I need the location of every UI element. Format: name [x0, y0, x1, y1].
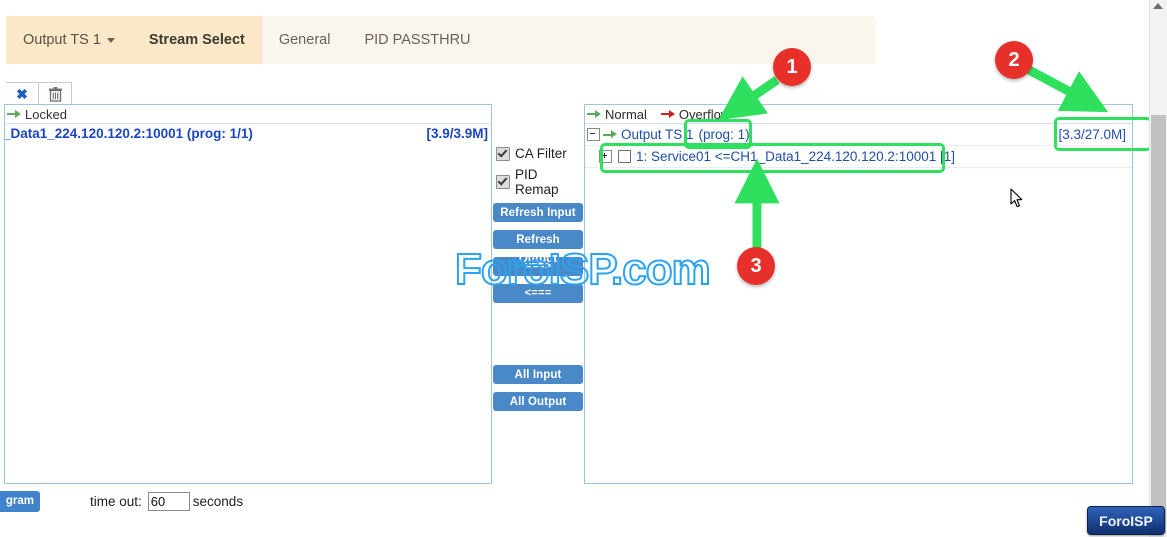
- output-ts-row[interactable]: Output TS 1 (prog: 1) [3.3/27.0M]: [585, 124, 1132, 146]
- refresh-output-button[interactable]: Refresh Output: [493, 230, 583, 265]
- input-list-header-label: Locked: [25, 106, 67, 122]
- tab-bar: Output TS 1 Stream Select General PID PA…: [6, 16, 876, 64]
- output-tree-panel: Normal Overflow Output TS 1 (prog: 1) [3…: [584, 104, 1133, 484]
- legend-overflow-label: Overflow: [678, 106, 731, 122]
- ca-filter-label: CA Filter: [515, 146, 567, 161]
- scrollbar-thumb[interactable]: [1151, 115, 1166, 533]
- foroisp-badge: ForoISP: [1087, 506, 1165, 535]
- scroll-up-icon[interactable]: [1153, 3, 1163, 9]
- expand-icon[interactable]: [599, 150, 612, 163]
- trash-icon: [48, 86, 62, 102]
- tab-general-label: General: [278, 32, 331, 48]
- app-window: Output TS 1 Stream Select General PID PA…: [0, 0, 1167, 537]
- legend-normal-label: Normal: [605, 106, 647, 122]
- output-ts-prog-count: (prog: 1): [698, 127, 750, 142]
- ca-filter-checkbox[interactable]: CA Filter: [496, 146, 584, 161]
- all-input-button[interactable]: All Input: [493, 365, 583, 384]
- input-list-panel: Locked _Data1_224.120.120.2:10001 (prog:…: [4, 104, 492, 484]
- service-row[interactable]: 1: Service01 <=CH1_Data1_224.120.120.2:1…: [585, 146, 1132, 168]
- bottom-bar: gram time out: seconds: [0, 486, 1131, 516]
- pid-remap-label: PID Remap: [515, 167, 559, 197]
- checkbox-icon: [496, 146, 510, 161]
- input-stream-bitrate: [3.9/3.9M]: [426, 126, 488, 141]
- pid-remap-checkbox[interactable]: PID Remap: [496, 167, 584, 197]
- tab-general[interactable]: General: [262, 16, 348, 64]
- annotation-badge-1: 1: [773, 48, 811, 86]
- close-icon: ✖: [16, 86, 28, 102]
- legend-overflow: Overflow: [660, 106, 731, 122]
- delete-button[interactable]: [39, 83, 71, 105]
- vertical-scrollbar[interactable]: [1149, 0, 1167, 537]
- mouse-cursor: [1010, 188, 1023, 208]
- legend-normal: Normal: [587, 107, 647, 122]
- chevron-down-icon: [106, 37, 115, 43]
- output-ts-label: Output TS 1: [621, 127, 694, 142]
- tab-stream-select[interactable]: Stream Select: [131, 16, 262, 64]
- green-arrow-icon: [603, 130, 618, 140]
- close-button[interactable]: ✖: [6, 83, 39, 105]
- control-column: CA Filter PID Remap Refresh Input Refres…: [491, 104, 585, 482]
- red-arrow-icon: [660, 109, 676, 119]
- output-ts-bitrate: [3.3/27.0M]: [1058, 127, 1126, 142]
- annotation-badge-2: 2: [995, 41, 1033, 79]
- timeout-input[interactable]: [147, 491, 190, 511]
- tab-stream-select-label: Stream Select: [148, 32, 245, 48]
- arrow-2: [1026, 66, 1109, 113]
- tab-output-ts-1-label: Output TS 1: [23, 32, 101, 48]
- service-checkbox[interactable]: [618, 150, 631, 163]
- refresh-input-button[interactable]: Refresh Input: [493, 203, 583, 222]
- annotation-badge-3: 3: [737, 247, 775, 285]
- list-toolbar: ✖: [6, 82, 72, 106]
- input-stream-name: _Data1_224.120.120.2:10001 (prog: 1/1): [4, 126, 253, 141]
- service-label: 1: Service01 <=CH1_Data1_224.120.120.2:1…: [636, 149, 955, 164]
- tab-output-ts-1[interactable]: Output TS 1: [6, 16, 132, 64]
- legend: Normal Overflow: [585, 105, 1132, 124]
- seconds-label: seconds: [192, 493, 244, 509]
- all-output-button[interactable]: All Output: [493, 392, 583, 411]
- collapse-icon[interactable]: [587, 128, 600, 141]
- input-list-header: Locked: [5, 105, 491, 124]
- move-right-button[interactable]: ===>: [493, 257, 583, 276]
- program-button[interactable]: gram: [0, 490, 40, 512]
- checkbox-icon: [496, 175, 510, 189]
- tab-pid-passthru-label: PID PASSTHRU: [364, 32, 471, 48]
- green-arrow-icon: [7, 109, 22, 119]
- timeout-label: time out:: [90, 493, 142, 509]
- move-left-button[interactable]: <===: [493, 284, 583, 303]
- tab-pid-passthru[interactable]: PID PASSTHRU: [347, 16, 487, 64]
- green-arrow-icon: [587, 109, 602, 119]
- list-item[interactable]: _Data1_224.120.120.2:10001 (prog: 1/1) […: [5, 124, 491, 143]
